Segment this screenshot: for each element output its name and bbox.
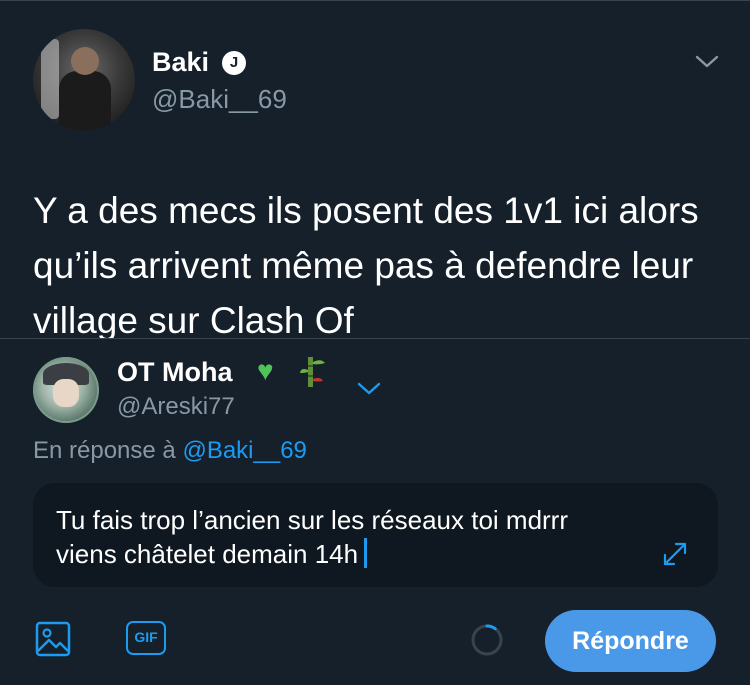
replying-to-mention[interactable]: @Baki__69 <box>182 437 306 464</box>
composer-toolbar: GIF Répondre <box>0 603 750 683</box>
reply-input[interactable]: Tu fais trop l’ancien sur les réseaux to… <box>33 483 718 587</box>
green-heart-icon: ♥ <box>257 355 274 386</box>
verified-badge-icon: J <box>222 51 246 75</box>
account-handle: @Areski77 <box>117 393 235 420</box>
original-tweet: Baki J @Baki__69 Y a des mecs ils posent… <box>0 0 750 338</box>
chevron-down-icon[interactable] <box>695 52 719 72</box>
account-switch-chevron-icon[interactable] <box>356 380 382 398</box>
author-name[interactable]: Baki <box>152 47 209 78</box>
character-count-ring <box>471 624 503 656</box>
expand-icon[interactable] <box>659 538 691 570</box>
replying-to-label: En réponse à <box>33 437 176 464</box>
reply-composer: OT Moha ♥ @Areski77 En réponse à @Baki__… <box>0 338 750 685</box>
author-avatar[interactable] <box>33 29 135 131</box>
reply-input-text[interactable]: Tu fais trop l’ancien sur les réseaux to… <box>56 503 616 571</box>
image-icon[interactable] <box>35 621 71 657</box>
tweet-text: Y a des mecs ils posent des 1v1 ici alor… <box>33 190 699 338</box>
reply-button[interactable]: Répondre <box>545 610 716 672</box>
account-name: OT Moha <box>117 357 233 387</box>
author-handle[interactable]: @Baki__69 <box>152 84 287 115</box>
bamboo-icon <box>300 357 325 387</box>
reply-input-value[interactable]: Tu fais trop l’ancien sur les réseaux to… <box>56 505 568 569</box>
text-caret <box>364 538 368 568</box>
replying-to: En réponse à @Baki__69 <box>33 437 307 465</box>
account-avatar[interactable] <box>33 357 99 423</box>
gif-icon[interactable]: GIF <box>126 621 166 655</box>
